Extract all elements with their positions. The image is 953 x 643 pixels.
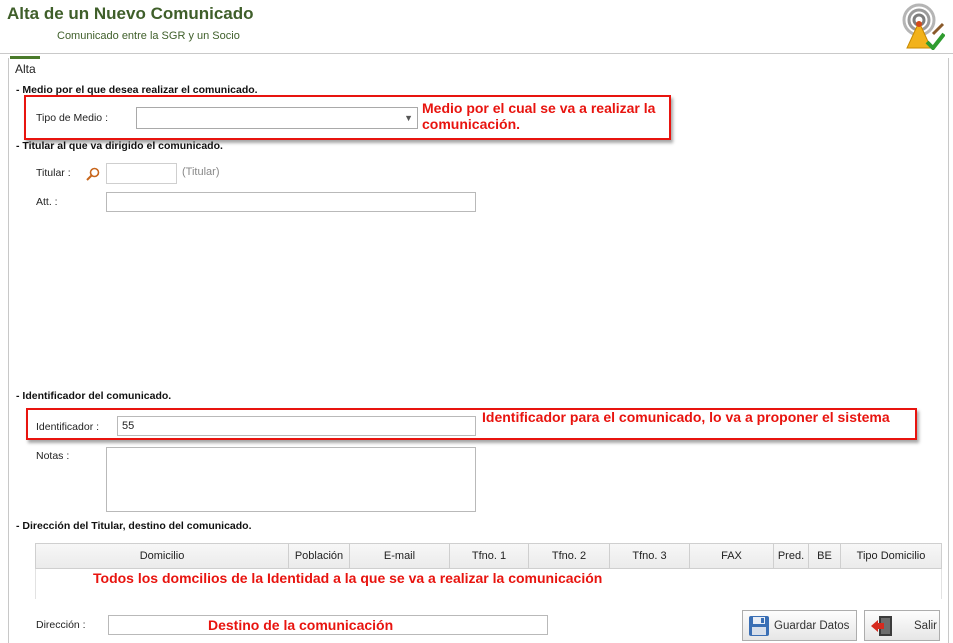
save-button-label: Guardar Datos: [774, 619, 850, 632]
window-header: Alta de un Nuevo Comunicado Comunicado e…: [0, 0, 953, 54]
column-header-pred[interactable]: Pred.: [774, 544, 809, 568]
section-identificador-title: - Identificador del comunicado.: [16, 390, 172, 402]
page-subtitle: Comunicado entre la SGR y un Socio: [57, 30, 240, 42]
domicilios-table-header: Domicilio Población E-mail Tfno. 1 Tfno.…: [35, 543, 942, 569]
direccion-label: Dirección :: [36, 619, 86, 631]
floppy-disk-icon: [749, 615, 769, 636]
page-title: Alta de un Nuevo Comunicado: [7, 4, 254, 23]
titular-hint: (Titular): [182, 166, 220, 178]
save-button[interactable]: Guardar Datos: [742, 610, 857, 641]
titular-input[interactable]: [106, 163, 177, 184]
column-header-tipo-domicilio[interactable]: Tipo Domicilio: [841, 544, 941, 568]
column-header-email[interactable]: E-mail: [350, 544, 450, 568]
annotation-identificador: Identificador para el comunicado, lo va …: [482, 409, 890, 425]
annotation-domicilios: Todos los domcilios de la Identidad a la…: [93, 570, 603, 586]
search-icon[interactable]: [85, 166, 101, 182]
exit-button[interactable]: Salir: [864, 610, 940, 641]
section-titular-title: - Titular al que va dirigido el comunica…: [16, 140, 223, 152]
column-header-fax[interactable]: FAX: [690, 544, 774, 568]
broadcast-user-icon: [902, 3, 945, 50]
notas-textarea[interactable]: [106, 447, 476, 512]
annotation-medio: Medio por el cual se va a realizar la co…: [422, 100, 656, 132]
column-header-tfno3[interactable]: Tfno. 3: [610, 544, 690, 568]
att-input[interactable]: [106, 192, 476, 212]
column-header-tfno2[interactable]: Tfno. 2: [529, 544, 610, 568]
column-header-tfno1[interactable]: Tfno. 1: [450, 544, 529, 568]
column-header-poblacion[interactable]: Población: [289, 544, 350, 568]
exit-door-icon: [871, 615, 892, 636]
panel-title: Alta: [15, 62, 36, 76]
section-direccion-title: - Dirección del Titular, destino del com…: [16, 520, 252, 532]
annotation-destino: Destino de la comunicación: [208, 617, 394, 633]
att-label: Att. :: [36, 196, 58, 208]
exit-button-label: Salir: [914, 619, 938, 632]
column-header-domicilio[interactable]: Domicilio: [36, 544, 289, 568]
notas-label: Notas :: [36, 450, 70, 462]
column-header-be[interactable]: BE: [809, 544, 841, 568]
titular-label: Titular :: [36, 167, 71, 179]
